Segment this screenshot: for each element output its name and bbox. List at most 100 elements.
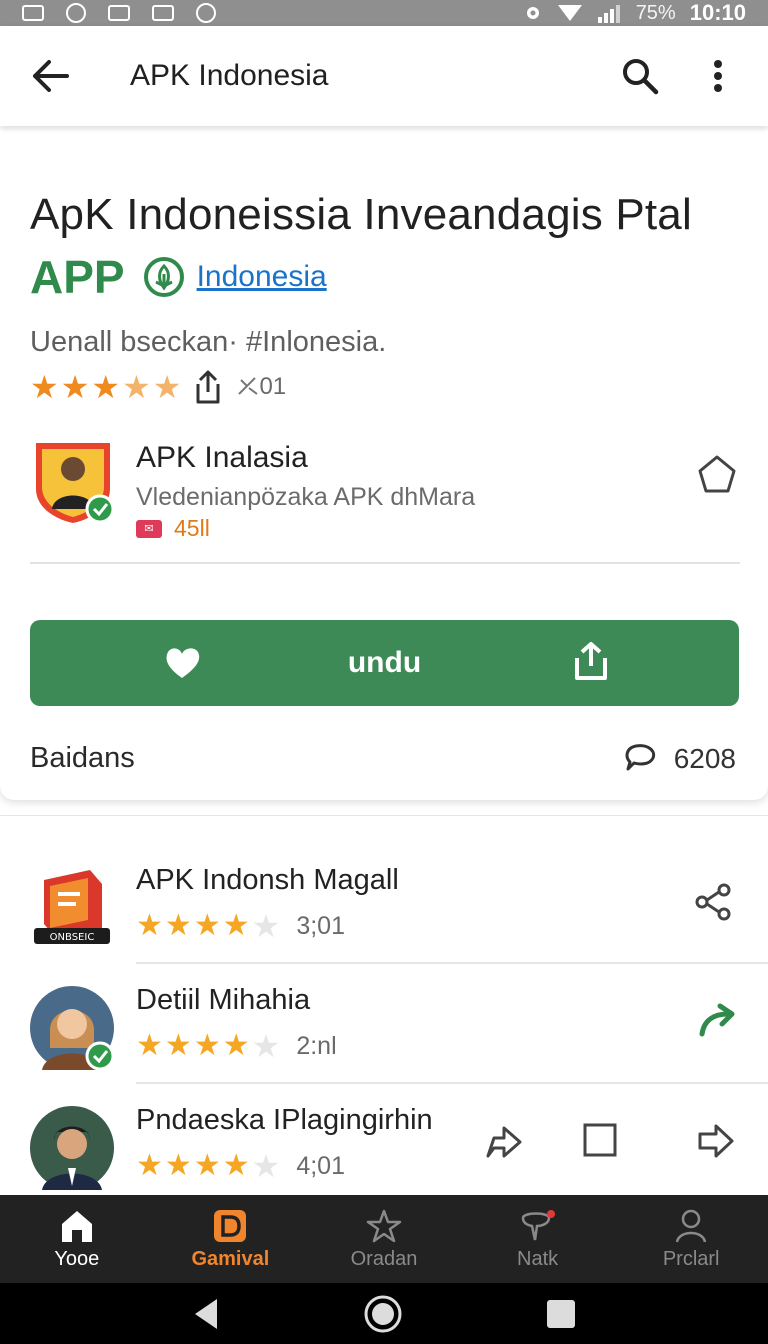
app-subtitle: Uenall bseckan· #Inlonesia. [30,326,387,358]
list-item-rating-value: 2:nl [296,1031,337,1060]
developer-row[interactable]: APK Inalasia Vledenianpözaka APK dhMara … [30,435,740,541]
nav-label: Oradan [350,1247,418,1270]
ratio-icon [238,377,259,395]
svg-text:ONBSEIC: ONBSEIC [50,932,95,943]
star-icon: ★ [164,1149,192,1182]
list-item-rating-value: 3;01 [296,911,345,940]
list-item-rating: ★ ★ ★ ★ ★ 4;01 [136,1148,345,1184]
rating-count: 01 [237,373,286,401]
forward-outline-icon[interactable] [484,1122,524,1162]
list-item[interactable]: Detiil Mihahia ★ ★ ★ ★ ★ 2:nl [0,964,768,1084]
flag-icon: ✉ [136,519,162,538]
list-item-name: Pndaeska IPlagingirhin [136,1104,433,1136]
recents-square-icon[interactable] [545,1298,577,1330]
status-system: 75% 10:10 [522,0,746,26]
star-icon: ★ [193,1029,221,1062]
share-icon[interactable] [193,370,223,404]
image-notification-icon [152,5,174,21]
app-bar: APK Indonesia [0,26,768,126]
star-icon: ★ [193,1149,221,1182]
star-icon: ★ [30,369,59,405]
developer-meta: ✉ 45ll [136,515,210,542]
settings-status-icon [526,7,539,19]
list-item-rating: ★ ★ ★ ★ ★ 3;01 [136,908,345,944]
region-link[interactable]: Indonesia [197,260,327,294]
star-half-icon: ★ [122,369,151,405]
home-circle-icon[interactable] [363,1294,403,1334]
square-icon[interactable] [582,1122,618,1158]
bar-notification-icon [108,5,130,21]
currency-notification-icon [66,3,86,23]
rating-row: ★ ★ ★ ★ ★ 01 [30,370,286,404]
star-empty-icon: ★ [251,1028,281,1064]
star-icon: ★ [136,1149,163,1182]
nav-label: Gamival [191,1247,270,1270]
nav-label: Prclarl [662,1247,720,1270]
status-bar: 75% 10:10 [0,0,768,26]
search-button[interactable] [618,54,662,98]
arrow-outline-icon[interactable] [696,1122,736,1160]
app-list: ONBSEIC APK Indonsh Magall ★ ★ ★ ★ ★ 3;01 De… [0,815,768,1195]
share-nodes-icon[interactable] [694,882,734,922]
more-vert-icon [714,60,722,92]
star-empty-icon: ★ [251,908,281,944]
developer-subtitle: Vledenianpözaka APK dhMara [136,483,476,511]
divider [30,562,740,564]
search-icon [623,59,659,95]
nav-label: Natk [517,1247,559,1270]
nav-natk[interactable]: Natk [461,1195,615,1283]
reviews-label: Baidans [30,742,135,774]
forward-arrow-icon[interactable] [696,1002,738,1038]
clock: 10:10 [689,0,746,25]
pentagon-bookmark-icon[interactable] [696,453,738,495]
page-title: ApK Indoneissia Inveandagis Ptal [30,190,692,239]
app-detail-card: ApK Indoneissia Inveandagis Ptal APP Ind… [0,130,768,800]
developer-count: 45ll [174,515,210,541]
star-icon: ★ [91,369,121,405]
comment-count: 6208 [673,742,736,774]
nav-gamival[interactable]: Gamival [154,1195,308,1283]
more-options-button[interactable] [696,54,740,98]
comment-icon[interactable] [622,743,658,775]
wifi-icon [557,5,582,21]
app-word: APP [30,251,125,303]
star-icon: ★ [193,909,221,942]
star-icon: ★ [136,909,163,942]
bottom-navigation: Yooe Gamival Oradan Natk Prclarl [0,1195,768,1283]
list-item[interactable]: Pndaeska IPlagingirhin ★ ★ ★ ★ ★ 4;01 [0,1084,768,1204]
leaf-logo-icon [143,257,184,297]
nav-oradan[interactable]: Oradan [307,1195,461,1283]
list-item-name: Detiil Mihahia [136,984,311,1016]
arrow-left-icon [33,60,69,92]
system-navigation [0,1283,768,1344]
chart-notification-icon [22,5,44,21]
star-half-icon: ★ [152,369,182,405]
bubble-icon [521,1209,555,1240]
nav-profile[interactable]: Prclarl [614,1195,768,1283]
d-square-icon [214,1209,247,1242]
developer-avatar [36,443,115,524]
star-icon: ★ [60,369,90,405]
status-notifications [22,3,216,23]
heart-icon [166,648,200,678]
nav-home[interactable]: Yooe [0,1195,154,1283]
star-icon: ★ [222,1029,250,1062]
developer-name: APK Inalasia [136,441,308,474]
back-button[interactable] [28,54,72,98]
back-triangle-icon[interactable] [191,1297,221,1331]
download-button[interactable]: undu [30,620,739,706]
signal-icon [597,5,620,23]
star-icon: ★ [164,909,192,942]
app-notification-icon [196,3,216,23]
star-outline-icon [366,1209,402,1242]
nav-label: Yooe [54,1247,100,1270]
battery-level: 75% [635,1,676,24]
star-icon: ★ [164,1029,192,1062]
user-avatar [30,1106,114,1190]
star-icon: ★ [222,1149,250,1182]
star-empty-icon: ★ [251,1148,281,1184]
reviews-row: Baidans 6208 [30,742,736,775]
list-item[interactable]: ONBSEIC APK Indonsh Magall ★ ★ ★ ★ ★ 3;01 [0,844,768,964]
app-thumbnail: ONBSEIC [34,870,110,944]
list-item-name: APK Indonsh Magall [136,864,399,896]
